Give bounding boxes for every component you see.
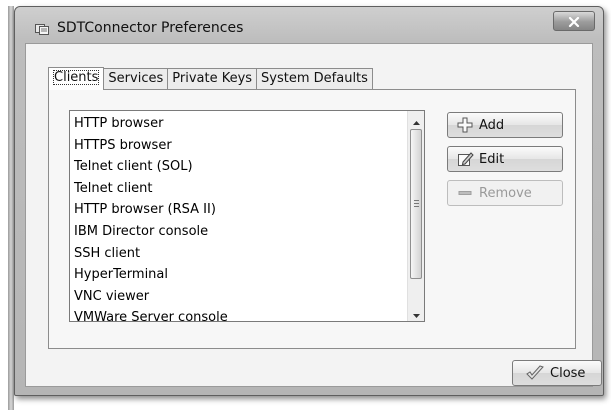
scroll-down-icon <box>412 303 420 321</box>
list-item[interactable]: VMWare Server console <box>70 307 408 321</box>
preferences-dialog: SDTConnector Preferences Clients Service… <box>14 6 604 396</box>
vertical-scrollbar[interactable] <box>407 111 424 321</box>
remove-button[interactable]: Remove <box>447 180 563 206</box>
list-item[interactable]: HTTPS browser <box>70 135 408 157</box>
list-item[interactable]: IBM Director console <box>70 221 408 243</box>
window-title: SDTConnector Preferences <box>57 20 244 36</box>
list-item[interactable]: VNC viewer <box>70 286 408 308</box>
tab-strip: Clients Services Private Keys System Def… <box>48 67 373 90</box>
close-button-label: Close <box>550 365 586 381</box>
title-bar[interactable]: SDTConnector Preferences <box>15 7 603 43</box>
tab-services[interactable]: Services <box>103 68 169 89</box>
edit-button-label: Edit <box>479 151 505 167</box>
list-item[interactable]: HTTP browser <box>70 113 408 135</box>
tab-clients[interactable]: Clients <box>48 67 105 90</box>
clients-list: HTTP browser HTTPS browser Telnet client… <box>70 113 408 321</box>
tab-system-defaults[interactable]: System Defaults <box>256 68 373 89</box>
dialog-body: Clients Services Private Keys System Def… <box>25 43 602 387</box>
list-item[interactable]: Telnet client <box>70 178 408 200</box>
list-item[interactable]: HyperTerminal <box>70 264 408 286</box>
remove-button-label: Remove <box>479 185 532 201</box>
grip-icon <box>414 200 419 207</box>
checkmark-icon <box>525 365 545 381</box>
list-item[interactable]: SSH client <box>70 243 408 265</box>
edit-pencil-icon <box>456 151 474 167</box>
clients-tab-panel: HTTP browser HTTPS browser Telnet client… <box>48 89 576 349</box>
tab-private-keys-label: Private Keys <box>172 71 253 86</box>
close-icon <box>568 12 580 31</box>
app-window-icon <box>35 21 49 35</box>
clients-listbox[interactable]: HTTP browser HTTPS browser Telnet client… <box>69 110 425 322</box>
scroll-thumb[interactable] <box>410 129 422 279</box>
tab-system-defaults-label: System Defaults <box>261 71 368 86</box>
list-item[interactable]: HTTP browser (RSA II) <box>70 199 408 221</box>
scroll-down-button[interactable] <box>408 304 424 321</box>
tab-private-keys[interactable]: Private Keys <box>167 68 258 89</box>
add-button-label: Add <box>479 117 505 133</box>
window-close-button[interactable] <box>553 11 595 31</box>
tab-services-label: Services <box>108 71 164 86</box>
tab-clients-label: Clients <box>53 70 100 85</box>
edit-button[interactable]: Edit <box>447 146 563 172</box>
scroll-up-icon <box>412 111 420 129</box>
scroll-up-button[interactable] <box>408 111 424 128</box>
list-item[interactable]: Telnet client (SOL) <box>70 156 408 178</box>
close-button[interactable]: Close <box>512 360 602 386</box>
minus-icon <box>456 185 474 201</box>
plus-icon <box>456 117 474 133</box>
add-button[interactable]: Add <box>447 112 563 138</box>
